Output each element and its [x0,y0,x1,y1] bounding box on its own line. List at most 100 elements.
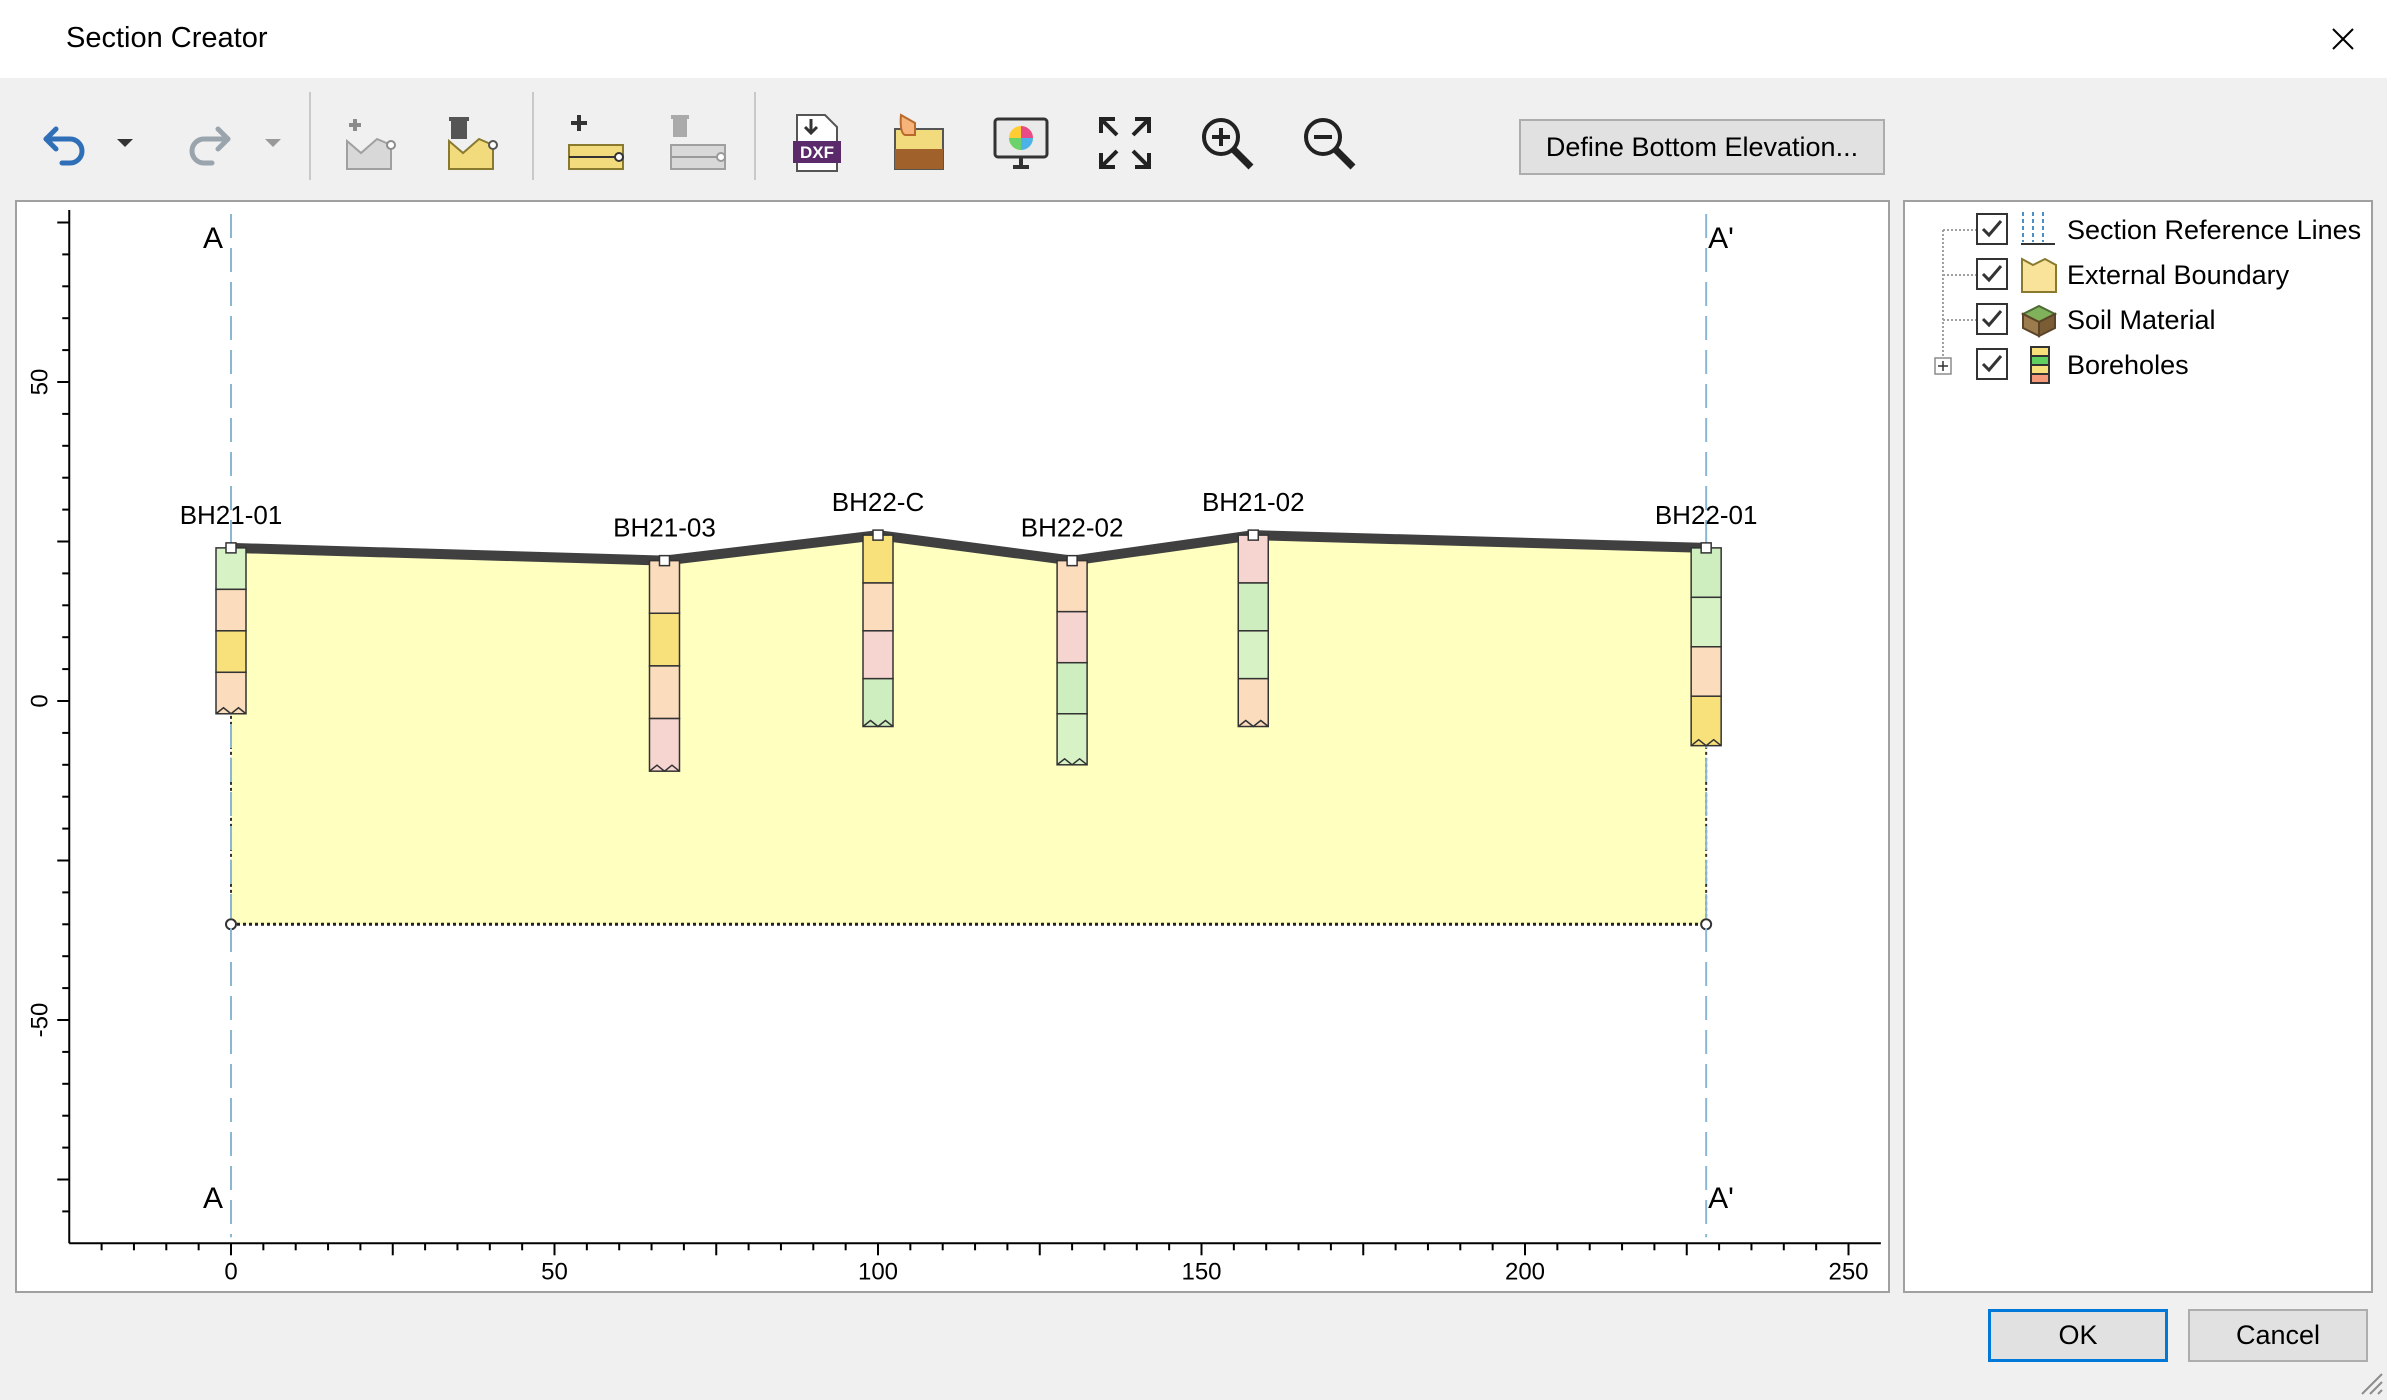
checkbox-checked-icon[interactable] [1975,347,2009,381]
redo-dropdown-button[interactable] [256,102,290,184]
tree-item-label: Boreholes [2067,349,2189,380]
undo-button[interactable] [34,102,98,184]
borehole-layer [648,559,681,615]
borehole-layer [215,671,247,715]
borehole-layer [1056,661,1088,715]
external-boundary-region[interactable] [231,535,1707,925]
display-options-button[interactable] [984,102,1058,184]
import-dxf-button[interactable]: DXF [780,102,854,184]
x-axis-tick-label: 100 [858,1258,898,1285]
redo-button[interactable] [176,102,240,184]
window-title: Section Creator [66,22,268,54]
borehole-layer [1690,695,1722,747]
borehole-layer [1237,630,1270,680]
add-boundary-vertex-button[interactable] [336,102,410,184]
toolbar-separator [532,92,534,180]
borehole-top-vertex[interactable] [225,542,237,554]
close-icon [2332,28,2354,50]
borehole-layer [1056,559,1088,613]
toolbar-separator [754,92,756,180]
define-bottom-elevation-button[interactable]: Define Bottom Elevation... [1519,119,1885,175]
soil-material-icon [2020,304,2058,338]
display-options-icon [993,117,1049,169]
borehole[interactable] [862,529,894,728]
add-material-boundary-button[interactable] [558,102,632,184]
zoom-in-button[interactable] [1190,102,1264,184]
borehole[interactable] [1056,554,1088,766]
toolbar-separator [309,92,311,180]
borehole-top-vertex[interactable] [1066,554,1078,567]
y-axis-tick-label: 0 [26,694,53,707]
section-label-end-top: A' [1708,222,1734,255]
undo-dropdown-button[interactable] [108,102,142,184]
y-axis-tick-label: -50 [26,1003,53,1038]
resize-grip-icon[interactable] [2356,1368,2384,1396]
borehole[interactable] [648,554,681,773]
borehole[interactable] [215,542,247,715]
redo-dropdown-icon [265,139,281,147]
checkbox-checked-icon[interactable] [1975,302,2009,336]
zoom-in-icon [1202,118,1254,170]
delete-material-boundary-icon [670,115,726,170]
borehole-label: BH22-02 [1021,513,1124,543]
checkbox-checked-icon[interactable] [1975,212,2009,246]
borehole[interactable] [1690,542,1722,747]
borehole-layer [1237,534,1270,584]
import-dxf-icon: DXF [793,114,841,172]
borehole-top-vertex[interactable] [1247,529,1260,541]
delete-boundary-vertex-button[interactable] [438,102,512,184]
borehole-layer [1690,646,1722,697]
section-label-start-top: A [203,222,223,255]
borehole-label: BH22-C [832,487,924,517]
zoom-out-button[interactable] [1292,102,1366,184]
delete-boundary-vertex-icon [448,117,498,170]
add-boundary-vertex-icon [346,119,396,170]
boreholes-icon [2030,346,2050,384]
close-button[interactable] [2310,14,2376,64]
expand-icon[interactable] [1934,357,1952,375]
borehole-layer [1690,547,1722,599]
borehole-layer [215,547,247,591]
section-label-start-bottom: A [203,1182,223,1215]
tree-item-label: External Boundary [2067,259,2290,290]
boundary-vertex[interactable] [225,918,237,931]
tree-item-label: Soil Material [2067,304,2216,335]
boundary-vertex[interactable] [1700,918,1713,931]
section-view[interactable]: 0 50 100 150 200 250 50 0 -50 A A' A A' BH21-01 BH21-… [17,202,1888,1291]
section-label-end-bottom: A' [1708,1182,1734,1215]
section-canvas[interactable]: 0 50 100 150 200 250 50 0 -50 A A' A A' BH21-01 BH21-… [15,200,1890,1293]
borehole-layer [648,612,681,667]
zoom-extents-button[interactable] [1088,102,1162,184]
borehole-layer [648,665,681,720]
borehole-layer [1056,713,1088,766]
x-axis-tick-label: 150 [1181,1258,1221,1285]
pick-material-button[interactable] [882,102,956,184]
borehole-layer [1237,582,1270,632]
undo-dropdown-icon [117,139,133,147]
borehole-top-vertex[interactable] [1700,542,1712,554]
borehole[interactable] [1237,529,1270,728]
borehole-layer [862,677,894,728]
title-bar: Section Creator [0,0,2387,78]
borehole-layer [1690,596,1722,648]
zoom-out-icon [1304,118,1356,170]
borehole-label: BH21-02 [1202,487,1305,517]
borehole-label: BH21-01 [180,500,283,530]
zoom-extents-icon [1099,117,1151,169]
toolbar: DXF Define Bottom Elevation... [0,78,2387,200]
undo-icon [43,126,85,166]
cancel-button[interactable]: Cancel [2188,1309,2368,1362]
borehole-label: BH21-03 [613,513,716,543]
borehole-top-vertex[interactable] [658,554,671,567]
borehole-layer [1056,610,1088,664]
ok-button[interactable]: OK [1988,1309,2168,1362]
delete-material-boundary-button[interactable] [660,102,734,184]
tree-item-label: Section Reference Lines [2067,214,2362,245]
borehole-layer [862,582,894,632]
borehole-layer [215,630,247,674]
borehole-layer [1237,677,1270,728]
y-axis-tick-label: 50 [26,369,53,396]
borehole-top-vertex[interactable] [872,529,884,541]
checkbox-checked-icon[interactable] [1975,257,2009,291]
dxf-label: DXF [800,143,834,162]
